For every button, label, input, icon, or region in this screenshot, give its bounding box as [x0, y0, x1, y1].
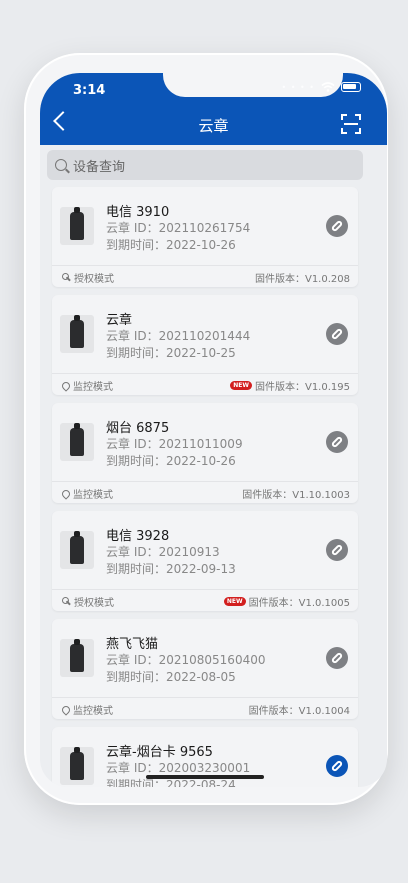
device-thumbnail — [60, 423, 94, 461]
firmware-version: NEW 固件版本：V1.0.1005 — [223, 594, 350, 609]
new-badge: NEW — [223, 597, 246, 606]
device-thumbnail — [60, 747, 94, 785]
device-bottle-icon — [70, 531, 84, 564]
pin-icon — [60, 379, 72, 392]
key-icon — [62, 597, 71, 606]
pin-icon — [60, 487, 72, 500]
device-footer: 监控模式 NEW 固件版本：V1.0.195 — [52, 373, 358, 395]
device-mode: 授权模式 — [62, 270, 114, 285]
nav-header: 3:14 • • • • 云章 — [40, 73, 387, 145]
device-expiry: 到期时间：2022-10-26 — [106, 454, 236, 468]
device-bottle-icon — [70, 315, 84, 348]
status-icons: • • • • — [281, 82, 361, 92]
device-name: 云章-烟台卡 9565 — [106, 745, 213, 760]
device-card[interactable]: 电信 3928 云章 ID：20210913 到期时间：2022-09-13 授… — [52, 511, 358, 611]
mode-label: 授权模式 — [74, 274, 114, 285]
device-footer: 授权模式 NEW 固件版本：V1.0.1005 — [52, 589, 358, 611]
device-name: 电信 3910 — [106, 205, 170, 220]
device-expiry: 到期时间：2022-10-26 — [106, 238, 236, 252]
search-icon — [55, 159, 67, 171]
device-id: 云章 ID：202003230001 — [106, 761, 251, 775]
device-thumbnail — [60, 639, 94, 677]
device-id: 云章 ID：20210805160400 — [106, 653, 266, 667]
device-name: 烟台 6875 — [106, 421, 170, 436]
device-footer: 监控模式 固件版本：V1.10.1003 — [52, 481, 358, 503]
signal-icon: • • • • — [281, 82, 315, 92]
device-mode: 监控模式 — [60, 486, 113, 501]
link-icon — [330, 219, 344, 233]
link-button[interactable] — [326, 755, 348, 777]
link-button[interactable] — [326, 647, 348, 669]
device-name: 电信 3928 — [106, 529, 170, 544]
app-screen: 3:14 • • • • 云章 设备查询 电信 3910 云章 ID：20211… — [40, 73, 387, 787]
device-bottle-icon — [70, 423, 84, 456]
battery-icon — [341, 82, 361, 92]
link-button[interactable] — [326, 539, 348, 561]
device-thumbnail — [60, 315, 94, 353]
key-icon — [62, 273, 71, 282]
device-card[interactable]: 电信 3910 云章 ID：202110261754 到期时间：2022-10-… — [52, 187, 358, 287]
home-indicator — [146, 775, 264, 779]
device-name: 云章 — [106, 313, 133, 328]
firmware-version: 固件版本：V1.0.1004 — [249, 702, 350, 717]
search-input[interactable]: 设备查询 — [47, 150, 363, 180]
device-id: 云章 ID：20211011009 — [106, 437, 243, 451]
mode-label: 授权模式 — [74, 598, 114, 609]
device-card[interactable]: 云章 云章 ID：202110201444 到期时间：2022-10-25 监控… — [52, 295, 358, 395]
firmware-version: NEW 固件版本：V1.0.195 — [230, 378, 350, 393]
link-icon — [330, 759, 344, 773]
device-name: 燕飞飞猫 — [106, 637, 159, 652]
link-icon — [330, 327, 344, 341]
scan-icon[interactable] — [341, 114, 361, 134]
search-placeholder: 设备查询 — [73, 159, 126, 175]
device-id: 云章 ID：202110201444 — [106, 329, 251, 343]
device-expiry: 到期时间：2022-10-25 — [106, 346, 236, 360]
firmware-label: 固件版本：V1.0.1005 — [248, 598, 350, 609]
link-button[interactable] — [326, 431, 348, 453]
device-thumbnail — [60, 207, 94, 245]
device-bottle-icon — [70, 639, 84, 672]
wifi-icon — [321, 82, 335, 92]
link-button[interactable] — [326, 215, 348, 237]
firmware-version: 固件版本：V1.0.208 — [255, 270, 350, 285]
firmware-label: 固件版本：V1.0.195 — [254, 382, 350, 393]
device-thumbnail — [60, 531, 94, 569]
firmware-version: 固件版本：V1.10.1003 — [242, 486, 350, 501]
device-bottle-icon — [70, 207, 84, 240]
link-icon — [330, 435, 344, 449]
firmware-label: 固件版本：V1.0.208 — [254, 274, 350, 285]
mode-label: 监控模式 — [73, 490, 113, 501]
mode-label: 监控模式 — [73, 706, 113, 717]
status-time: 3:14 — [73, 83, 106, 98]
device-bottle-icon — [70, 747, 84, 780]
device-card[interactable]: 燕飞飞猫 云章 ID：20210805160400 到期时间：2022-08-0… — [52, 619, 358, 719]
page-title: 云章 — [198, 117, 229, 135]
link-icon — [330, 651, 344, 665]
device-footer: 授权模式 固件版本：V1.0.208 — [52, 265, 358, 287]
new-badge: NEW — [230, 381, 252, 390]
device-expiry: 到期时间：2022-09-13 — [106, 562, 236, 576]
device-id: 云章 ID：202110261754 — [106, 221, 251, 235]
device-card[interactable]: 烟台 6875 云章 ID：20211011009 到期时间：2022-10-2… — [52, 403, 358, 503]
device-mode: 授权模式 — [62, 594, 114, 609]
device-mode: 监控模式 — [60, 702, 113, 717]
firmware-label: 固件版本：V1.10.1003 — [242, 490, 350, 501]
firmware-label: 固件版本：V1.0.1004 — [248, 706, 350, 717]
link-button[interactable] — [326, 323, 348, 345]
device-expiry: 到期时间：2022-08-05 — [106, 670, 236, 684]
link-icon — [330, 543, 344, 557]
device-mode: 监控模式 — [60, 378, 113, 393]
device-id: 云章 ID：20210913 — [106, 545, 220, 559]
mode-label: 监控模式 — [73, 382, 113, 393]
device-footer: 监控模式 固件版本：V1.0.1004 — [52, 697, 358, 719]
pin-icon — [60, 703, 72, 716]
